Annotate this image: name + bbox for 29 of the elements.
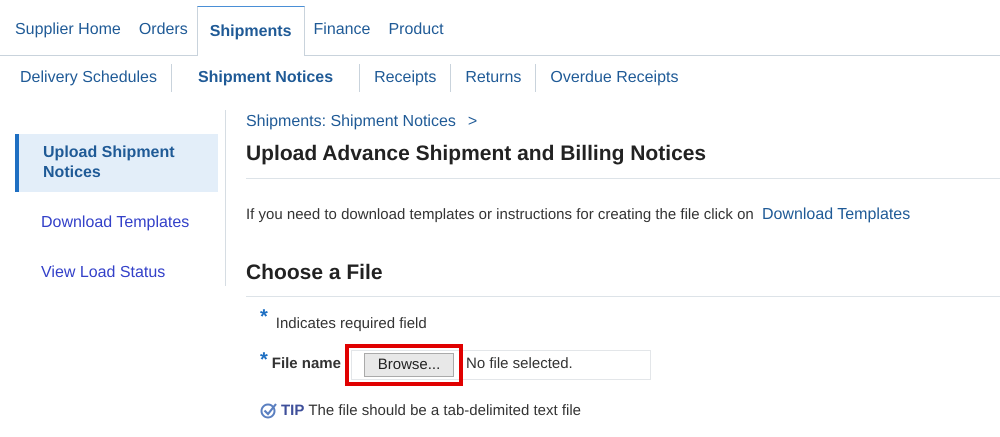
browse-button[interactable]: Browse... <box>364 352 454 376</box>
tip-text: The file should be a tab-delimited text file <box>308 400 581 420</box>
nav-tab[interactable]: Shipments <box>196 6 305 56</box>
page-title: Upload Advance Shipment and Billing Notices <box>246 138 1000 178</box>
tip-label: TIP <box>281 400 304 420</box>
field-label: File name <box>272 354 341 374</box>
sidebar-item[interactable]: Upload Shipment Notices <box>15 134 218 192</box>
breadcrumb-link[interactable]: Shipments: Shipment Notices <box>246 110 456 134</box>
sub-tab[interactable]: Receipts <box>360 66 450 90</box>
nav-tab[interactable]: Product <box>379 5 453 55</box>
instructions-text: If you need to download templates or instructions for creating the file click on Download Templates <box>246 204 912 224</box>
download-templates-link[interactable]: Download Templates <box>762 206 910 222</box>
nav-tab[interactable]: Supplier Home <box>6 5 130 55</box>
sidebar-item[interactable]: View Load Status <box>15 254 218 292</box>
breadcrumb-separator: > <box>468 112 478 132</box>
required-mark: * <box>260 350 268 370</box>
file-input[interactable]: Browse... No file selected. <box>351 350 651 380</box>
sub-tab[interactable]: Returns <box>451 66 536 90</box>
check-icon <box>260 402 277 420</box>
section-title: Choose a File <box>246 256 1000 297</box>
required-note: Indicates required field <box>276 314 427 334</box>
nav-tab[interactable]: Finance <box>304 5 380 55</box>
file-status: No file selected. <box>466 354 573 374</box>
sub-tab[interactable]: Overdue Receipts <box>536 66 692 90</box>
sub-tab[interactable]: Shipment Notices <box>172 66 360 90</box>
nav-tab[interactable]: Orders <box>130 5 197 55</box>
sidebar-item[interactable]: Download Templates <box>15 204 218 242</box>
sub-tab[interactable]: Delivery Schedules <box>6 66 171 90</box>
required-mark: * <box>260 307 268 327</box>
